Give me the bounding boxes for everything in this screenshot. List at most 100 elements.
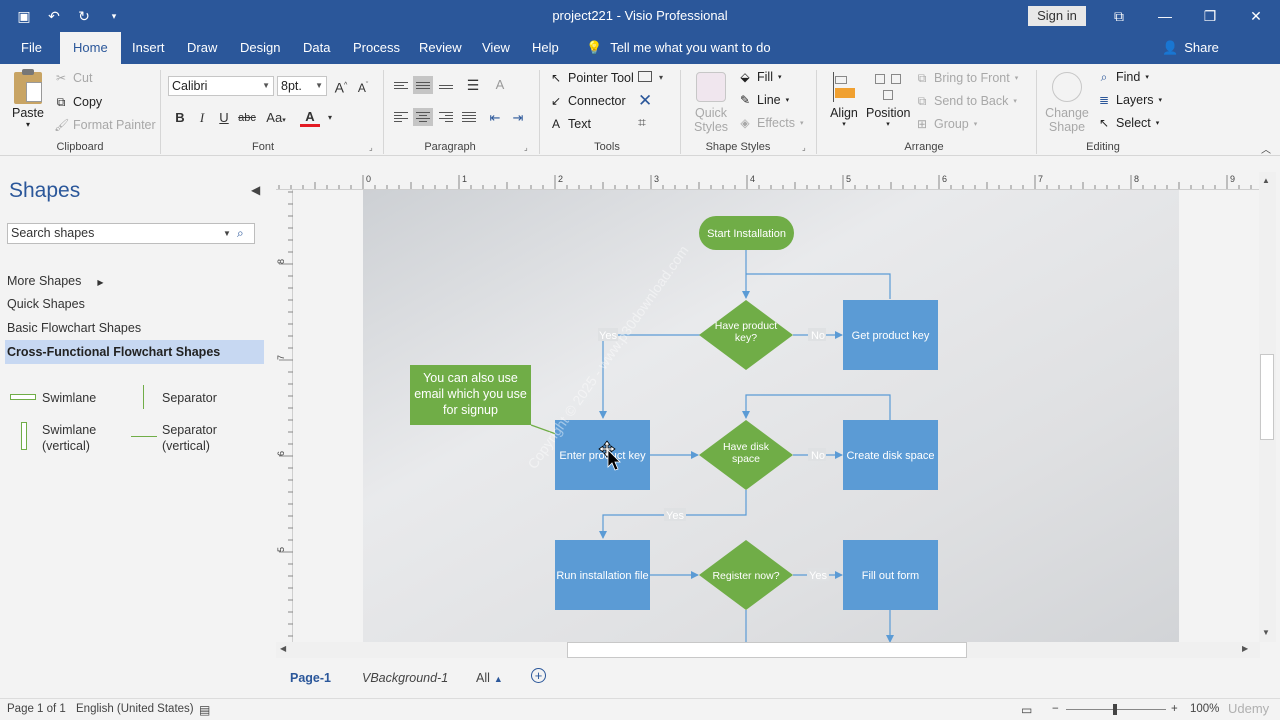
copy-button[interactable]: ⧉ Copy [54, 95, 102, 109]
shrink-font-icon[interactable]: Aˇ [353, 76, 373, 96]
process-run-installation-file[interactable]: Run installation file [555, 540, 650, 610]
start-terminator[interactable]: Start Installation [699, 216, 794, 250]
connection-point-x-icon[interactable]: ✕ [638, 91, 652, 111]
fill-button[interactable]: ⬙ Fill ▾ [738, 70, 781, 84]
process-enter-product-key[interactable]: Enter product key [555, 420, 650, 490]
connector-button[interactable]: ↙ Connector [549, 94, 626, 108]
grow-font-icon[interactable]: A^ [331, 76, 351, 96]
effects-button[interactable]: ◈ Effects ▾ [738, 116, 803, 130]
minimize-icon[interactable]: — [1154, 6, 1176, 26]
search-icon[interactable]: ⌕ [237, 224, 244, 243]
tab-view[interactable]: View [480, 32, 512, 64]
restore-icon[interactable]: ❐ [1199, 6, 1221, 26]
scroll-right-icon[interactable]: ▶ [1242, 644, 1248, 653]
page-count[interactable]: Page 1 of 1 [7, 703, 66, 715]
dropdown-arrow-icon[interactable]: ▾ [659, 73, 663, 82]
scroll-up-icon[interactable]: ▲ [1262, 176, 1270, 185]
text-tool-button[interactable]: A Text [549, 117, 591, 131]
font-family-select[interactable]: Calibri ▼ [168, 76, 274, 96]
justify-icon[interactable] [459, 108, 479, 126]
share-button[interactable]: 👤 Share [1162, 32, 1219, 64]
tab-design[interactable]: Design [238, 32, 282, 64]
drawing-page[interactable]: Yes No No Yes Yes Start Installation Hav… [363, 190, 1179, 642]
process-create-disk-space[interactable]: Create disk space [843, 420, 938, 490]
stencil-cross-functional[interactable]: Cross-Functional Flowchart Shapes [5, 340, 264, 364]
dropdown-arrow-icon[interactable]: ▼ [223, 224, 231, 243]
search-shapes-input[interactable]: Search shapes ▼ ⌕ [7, 223, 255, 244]
align-middle-icon[interactable] [413, 76, 433, 94]
change-case-button[interactable]: Aa▾ [262, 108, 290, 128]
stencil-quick-shapes[interactable]: Quick Shapes [7, 297, 85, 311]
tell-me-box[interactable]: 💡 Tell me what you want to do [586, 32, 771, 64]
zoom-in-icon[interactable]: + [1171, 703, 1178, 715]
page-tab-active[interactable]: Page-1 [290, 671, 331, 685]
cut-button[interactable]: ✂ Cut [54, 71, 92, 85]
scroll-down-icon[interactable]: ▼ [1262, 628, 1270, 637]
presentation-mode-icon[interactable]: ▭ [1021, 703, 1032, 717]
process-fill-out-form[interactable]: Fill out form [843, 540, 938, 610]
align-center-icon[interactable] [413, 108, 433, 126]
strikethrough-button[interactable]: abc [237, 108, 257, 128]
zoom-level[interactable]: 100% [1190, 703, 1219, 715]
tab-help[interactable]: Help [530, 32, 561, 64]
italic-button[interactable]: I [192, 108, 212, 128]
font-size-select[interactable]: 8pt. ▼ [277, 76, 327, 96]
close-icon[interactable]: ✕ [1245, 6, 1267, 26]
line-button[interactable]: ✎ Line ▾ [738, 93, 789, 107]
format-painter-button[interactable]: 🖌 Format Painter [54, 118, 156, 132]
bold-button[interactable]: B [170, 108, 190, 128]
bring-to-front-button[interactable]: ⧉ Bring to Front ▾ [915, 71, 1019, 85]
zoom-slider-thumb[interactable] [1113, 704, 1117, 715]
pointer-tool-button[interactable]: ↖ Pointer Tool [549, 71, 634, 85]
tab-file[interactable]: File [19, 32, 44, 64]
bullets-icon[interactable]: ☰ [463, 75, 483, 95]
align-right-icon[interactable] [436, 108, 456, 126]
increase-indent-icon[interactable]: ⇥ [508, 108, 528, 128]
all-pages-button[interactable]: All ▲ [476, 671, 503, 685]
collapse-ribbon-icon[interactable]: ︿ [1261, 141, 1271, 156]
font-color-dropdown-icon[interactable]: ▾ [320, 108, 340, 128]
sign-in-button[interactable]: Sign in [1028, 6, 1086, 26]
select-button[interactable]: ↖ Select ▾ [1097, 116, 1159, 130]
ribbon-display-options-icon[interactable]: ⧉ [1108, 6, 1130, 26]
paste-button[interactable]: Paste ▾ [10, 69, 46, 129]
vertical-scroll-thumb[interactable] [1260, 354, 1274, 440]
stencil-more-shapes[interactable]: More Shapes ▶ [7, 274, 104, 288]
language-status[interactable]: English (United States) [76, 703, 194, 715]
send-to-back-button[interactable]: ⧉ Send to Back ▾ [915, 94, 1017, 108]
tab-data[interactable]: Data [301, 32, 332, 64]
tab-home[interactable]: Home [60, 32, 121, 64]
dialog-launcher-icon[interactable]: ⌟ [524, 143, 528, 152]
dialog-launcher-icon[interactable]: ⌟ [802, 143, 806, 152]
align-top-icon[interactable] [391, 76, 411, 94]
find-button[interactable]: ⌕ Find ▾ [1097, 70, 1149, 84]
text-rotate-icon[interactable]: A [490, 75, 510, 95]
zoom-out-icon[interactable]: − [1052, 703, 1059, 715]
tab-draw[interactable]: Draw [185, 32, 219, 64]
stencil-basic-flowchart[interactable]: Basic Flowchart Shapes [7, 321, 141, 335]
macro-record-icon[interactable]: ▤ [199, 703, 210, 717]
align-button[interactable]: Align ▾ [826, 70, 862, 128]
group-button[interactable]: ⊞ Group ▾ [915, 117, 977, 131]
rectangle-tool-icon[interactable] [638, 71, 652, 82]
tab-review[interactable]: Review [417, 32, 464, 64]
change-shape-button[interactable]: Change Shape [1043, 70, 1091, 134]
layers-button[interactable]: ≣ Layers ▾ [1097, 93, 1162, 107]
dialog-launcher-icon[interactable]: ⌟ [369, 143, 373, 152]
tab-insert[interactable]: Insert [130, 32, 167, 64]
page-tab-background[interactable]: VBackground-1 [362, 671, 448, 685]
position-button[interactable]: Position ▾ [866, 70, 910, 128]
align-bottom-icon[interactable] [436, 78, 456, 96]
quick-styles-button[interactable]: Quick Styles [690, 70, 732, 134]
font-color-button[interactable]: A [300, 108, 320, 127]
collapse-pane-icon[interactable]: ◀ [251, 183, 260, 197]
horizontal-scroll-thumb[interactable] [567, 642, 967, 658]
underline-button[interactable]: U [214, 108, 234, 128]
scroll-left-icon[interactable]: ◀ [280, 644, 286, 653]
add-page-icon[interactable]: + [531, 668, 546, 683]
crop-tool-icon[interactable]: ⌗ [638, 114, 646, 131]
decrease-indent-icon[interactable]: ⇤ [485, 108, 505, 128]
align-left-icon[interactable] [391, 108, 411, 126]
process-get-product-key[interactable]: Get product key [843, 300, 938, 370]
callout-note[interactable]: You can also use email which you use for… [410, 365, 531, 425]
